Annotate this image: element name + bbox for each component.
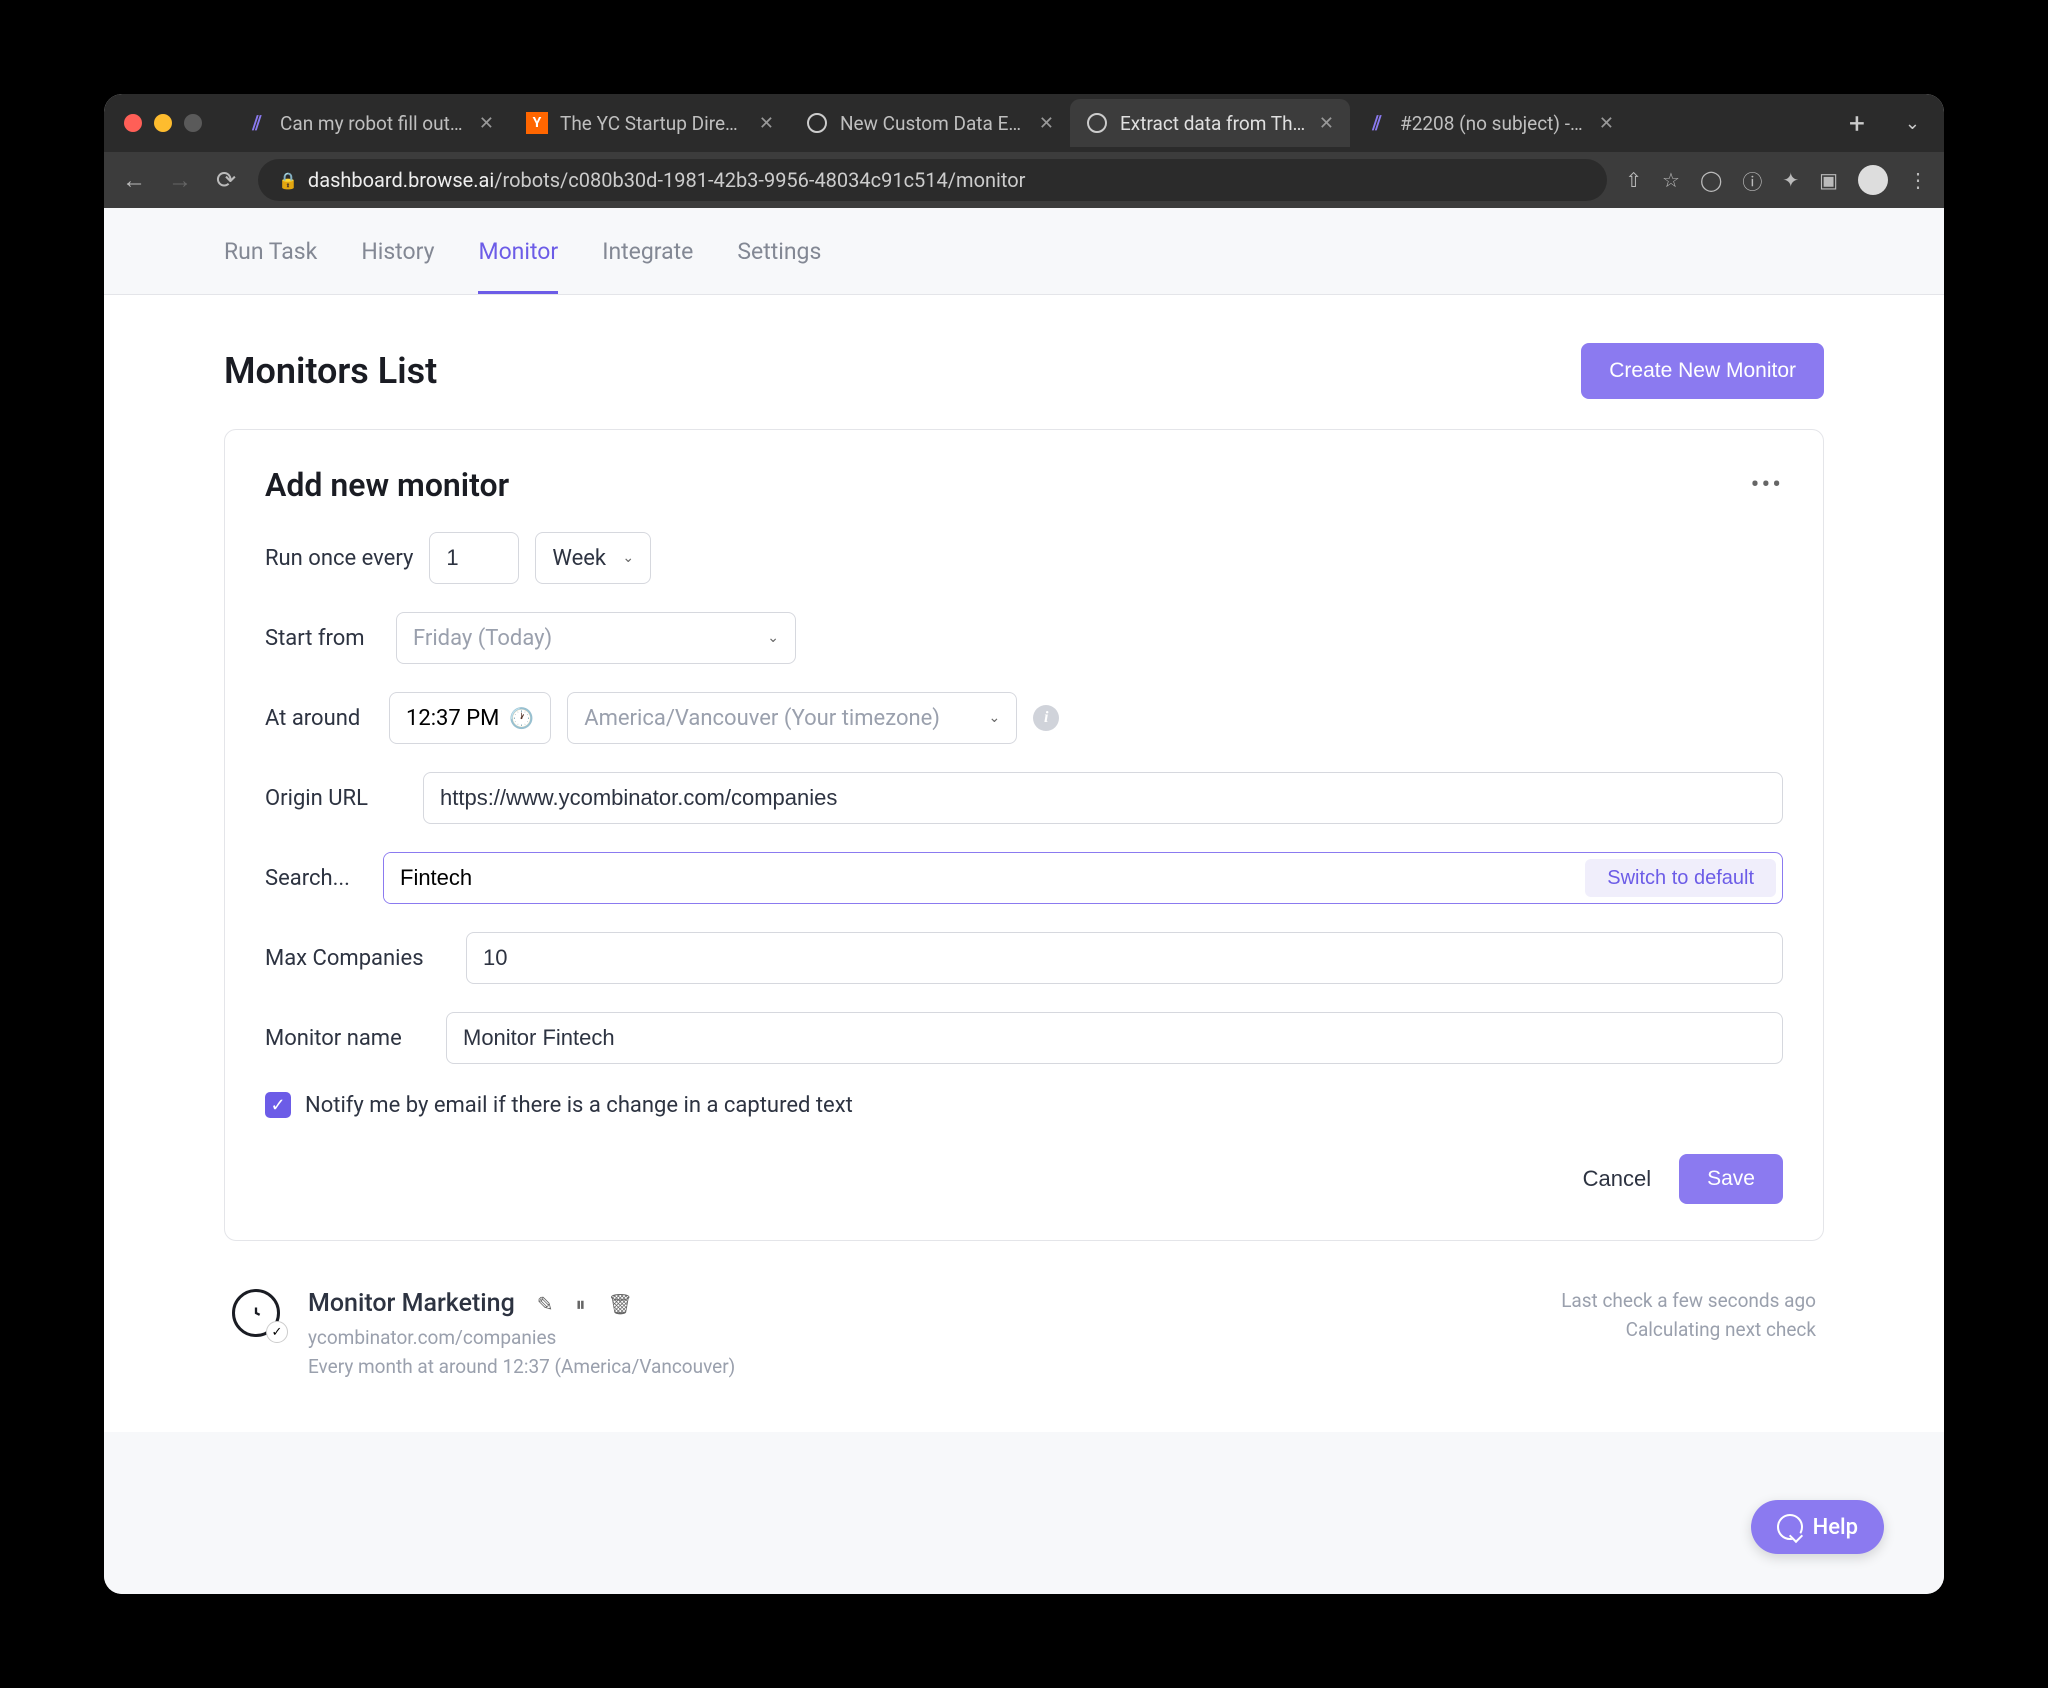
tab-title: #2208 (no subject) - Mas <box>1400 112 1587 135</box>
tab-settings[interactable]: Settings <box>737 208 821 294</box>
chevron-down-icon: ⌄ <box>989 710 1001 726</box>
at-around-label: At around <box>265 706 373 731</box>
browser-tab-bar: ⫽ Can my robot fill out a form ✕ Y The Y… <box>104 94 1944 152</box>
max-companies-input[interactable] <box>466 932 1783 984</box>
edit-icon[interactable]: ✎ <box>537 1292 554 1316</box>
nav-tabs: Run Task History Monitor Integrate Setti… <box>104 208 1944 295</box>
tab-title: Extract data from The YC <box>1120 112 1307 135</box>
info-icon[interactable]: i <box>1033 705 1059 731</box>
share-icon[interactable]: ⇧ <box>1625 168 1642 192</box>
run-every-unit-select[interactable]: Week ⌄ <box>535 532 651 584</box>
notify-label: Notify me by email if there is a change … <box>305 1093 853 1118</box>
tab-monitor[interactable]: Monitor <box>478 208 558 294</box>
tab-run-task[interactable]: Run Task <box>224 208 317 294</box>
chevron-down-icon: ⌄ <box>622 550 634 566</box>
search-input[interactable] <box>384 853 1579 903</box>
start-from-label: Start from <box>265 626 380 651</box>
select-value: Week <box>552 546 606 571</box>
page-title: Monitors List <box>224 350 437 392</box>
new-tab-button[interactable]: + <box>1837 107 1877 140</box>
browser-tab[interactable]: New Custom Data Extractor ✕ <box>790 99 1070 147</box>
check-badge-icon: ✓ <box>266 1321 288 1343</box>
profile-avatar[interactable] <box>1858 165 1888 195</box>
window-controls <box>116 114 214 132</box>
close-tab-icon[interactable]: ✕ <box>1039 113 1054 134</box>
reload-button[interactable]: ⟳ <box>212 166 240 194</box>
more-icon[interactable]: ••• <box>1751 470 1783 500</box>
timezone-select[interactable]: America/Vancouver (Your timezone) ⌄ <box>567 692 1017 744</box>
back-button[interactable]: ← <box>120 166 148 195</box>
browser-tab[interactable]: Y The YC Startup Directory | ✕ <box>510 99 790 147</box>
tabs-menu-icon[interactable]: ⌄ <box>1893 113 1932 134</box>
browser-tab-active[interactable]: Extract data from The YC ✕ <box>1070 99 1350 147</box>
start-from-select[interactable]: Friday (Today) ⌄ <box>396 612 796 664</box>
time-input[interactable]: 12:37 PM 🕐 <box>389 692 551 744</box>
browser-tab[interactable]: ⫽ Can my robot fill out a form ✕ <box>230 99 510 147</box>
search-input-group: Switch to default <box>383 852 1783 904</box>
tab-title: The YC Startup Directory | <box>560 112 747 135</box>
next-check: Calculating next check <box>1561 1318 1816 1341</box>
monitor-list-item: ✓ Monitor Marketing ✎ ⏸ 🗑 ycombinator.co… <box>224 1289 1824 1384</box>
extension-icon[interactable]: ◯ <box>1700 168 1722 192</box>
save-button[interactable]: Save <box>1679 1154 1783 1204</box>
card-title: Add new monitor <box>265 466 509 504</box>
monitor-url: ycombinator.com/companies <box>308 1326 1537 1349</box>
run-every-label: Run once every <box>265 546 413 571</box>
switch-default-button[interactable]: Switch to default <box>1585 859 1776 897</box>
url-text: dashboard.browse.ai/robots/c080b30d-1981… <box>308 168 1026 192</box>
chat-bubble-icon <box>1777 1514 1803 1540</box>
monitor-name: Monitor Marketing <box>308 1289 515 1318</box>
search-label: Search... <box>265 866 367 891</box>
favicon-icon: Y <box>526 112 548 134</box>
info-icon[interactable]: ⓘ <box>1742 166 1762 195</box>
favicon-icon <box>806 112 828 134</box>
add-monitor-card: Add new monitor ••• Run once every Week … <box>224 429 1824 1241</box>
monitor-name-input[interactable] <box>446 1012 1783 1064</box>
chevron-down-icon: ⌄ <box>767 630 779 646</box>
close-tab-icon[interactable]: ✕ <box>1319 113 1334 134</box>
select-value: America/Vancouver (Your timezone) <box>584 706 940 731</box>
favicon-icon: ⫽ <box>1366 112 1388 134</box>
address-bar: ← → ⟳ 🔒 dashboard.browse.ai/robots/c080b… <box>104 152 1944 208</box>
create-monitor-button[interactable]: Create New Monitor <box>1581 343 1824 399</box>
close-window[interactable] <box>124 114 142 132</box>
help-label: Help <box>1813 1515 1858 1540</box>
pause-icon[interactable]: ⏸ <box>576 1292 586 1316</box>
origin-url-input[interactable] <box>423 772 1783 824</box>
minimize-window[interactable] <box>154 114 172 132</box>
extensions-icon[interactable]: ✦ <box>1782 168 1799 192</box>
monitor-name-label: Monitor name <box>265 1026 430 1051</box>
panel-icon[interactable]: ▣ <box>1819 168 1838 192</box>
help-button[interactable]: Help <box>1751 1500 1884 1554</box>
close-tab-icon[interactable]: ✕ <box>759 113 774 134</box>
favicon-icon: ⫽ <box>246 112 268 134</box>
notify-checkbox[interactable]: ✓ <box>265 1092 291 1118</box>
tab-title: New Custom Data Extractor <box>840 112 1027 135</box>
tab-history[interactable]: History <box>361 208 434 294</box>
forward-button[interactable]: → <box>166 166 194 195</box>
url-field[interactable]: 🔒 dashboard.browse.ai/robots/c080b30d-19… <box>258 159 1607 201</box>
origin-url-label: Origin URL <box>265 786 407 811</box>
bookmark-icon[interactable]: ☆ <box>1662 168 1680 192</box>
tab-integrate[interactable]: Integrate <box>602 208 693 294</box>
close-tab-icon[interactable]: ✕ <box>479 113 494 134</box>
close-tab-icon[interactable]: ✕ <box>1599 113 1614 134</box>
monitor-schedule: Every month at around 12:37 (America/Van… <box>308 1355 1537 1378</box>
clock-icon: 🕐 <box>509 706 534 730</box>
tab-title: Can my robot fill out a form <box>280 112 467 135</box>
menu-icon[interactable]: ⋮ <box>1908 168 1928 192</box>
delete-icon[interactable]: 🗑 <box>608 1292 633 1316</box>
cancel-button[interactable]: Cancel <box>1583 1166 1651 1192</box>
favicon-icon <box>1086 112 1108 134</box>
lock-icon: 🔒 <box>278 171 298 190</box>
last-check: Last check a few seconds ago <box>1561 1289 1816 1312</box>
select-value: Friday (Today) <box>413 626 552 651</box>
max-companies-label: Max Companies <box>265 946 450 971</box>
run-every-input[interactable] <box>429 532 519 584</box>
time-value: 12:37 PM <box>406 706 499 731</box>
maximize-window[interactable] <box>184 114 202 132</box>
browser-tab[interactable]: ⫽ #2208 (no subject) - Mas ✕ <box>1350 99 1630 147</box>
